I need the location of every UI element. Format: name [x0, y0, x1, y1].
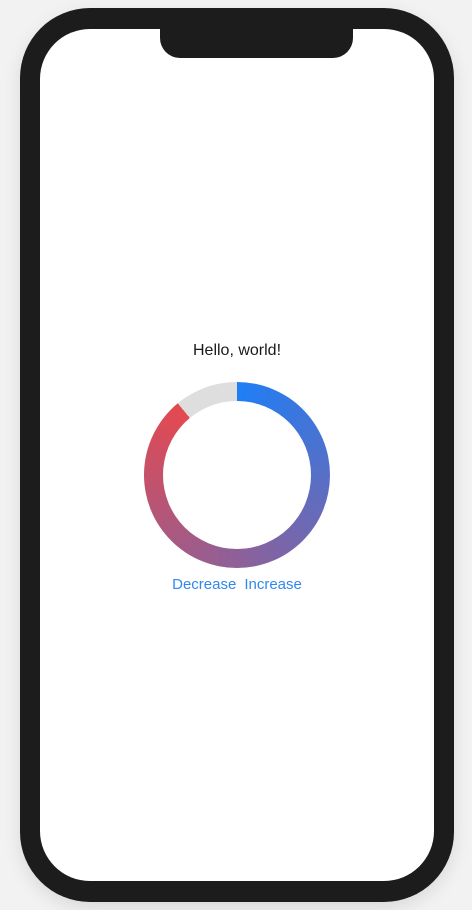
app-content: Hello, world! Decrease Increase — [40, 29, 434, 881]
progress-ring-center — [163, 401, 311, 549]
button-row: Decrease Increase — [40, 576, 434, 593]
decrease-button[interactable]: Decrease — [172, 576, 236, 593]
increase-button[interactable]: Increase — [244, 576, 302, 593]
phone-frame: Hello, world! Decrease Increase — [20, 8, 454, 902]
phone-notch — [160, 29, 353, 58]
phone-screen: Hello, world! Decrease Increase — [40, 29, 434, 881]
greeting-text: Hello, world! — [192, 342, 282, 359]
progress-ring — [144, 382, 330, 568]
